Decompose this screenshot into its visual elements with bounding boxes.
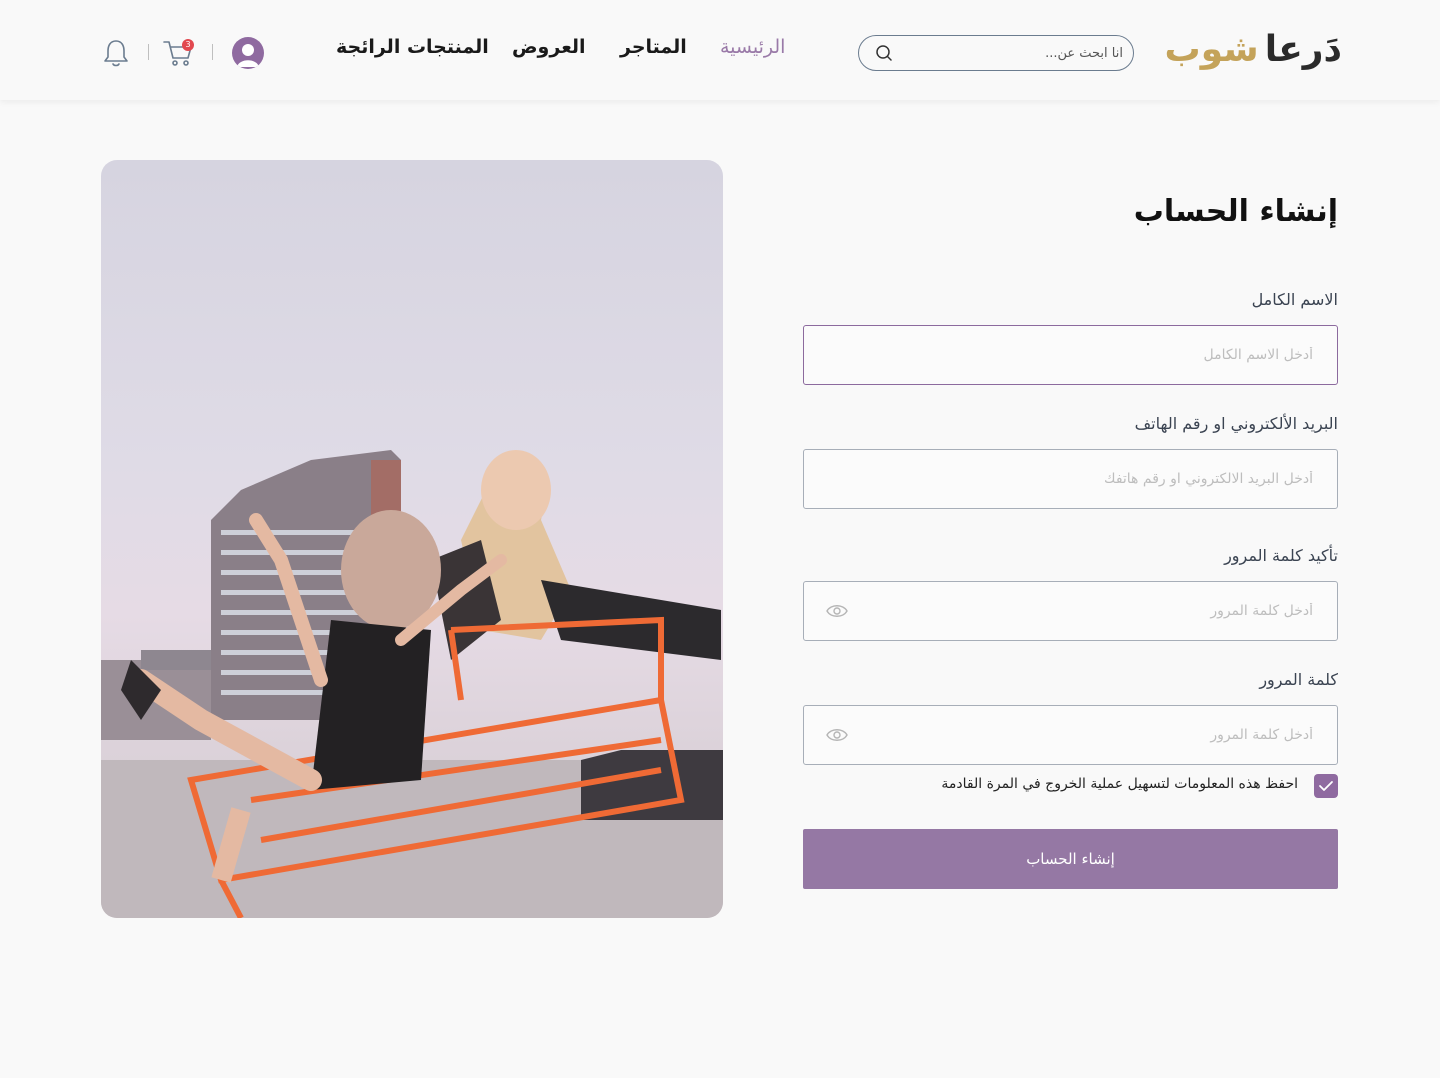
logo-text-part1: دَرعا	[1264, 29, 1342, 70]
nav-offers[interactable]: العروض	[512, 36, 586, 58]
email-phone-label: البريد الألكتروني او رقم الهاتف	[1134, 414, 1338, 433]
email-phone-input[interactable]	[860, 450, 1313, 508]
header-divider	[148, 44, 149, 60]
full-name-input[interactable]	[860, 326, 1313, 384]
create-account-button[interactable]: إنشاء الحساب	[803, 829, 1338, 889]
email-phone-field	[803, 449, 1338, 509]
site-header: دَرعاشوب الرئيسية المتاجر العروض المنتجا…	[0, 0, 1440, 100]
remember-label: احفظ هذه المعلومات لتسهيل عملية الخروج ف…	[941, 776, 1298, 792]
form-title: إنشاء الحساب	[1133, 194, 1338, 229]
password-input[interactable]	[860, 706, 1313, 764]
password-field	[803, 705, 1338, 765]
search-box	[858, 35, 1134, 71]
header-divider	[212, 44, 213, 60]
confirm-password-label: تأكيد كلمة المرور	[1224, 546, 1338, 565]
eye-icon[interactable]	[826, 602, 848, 620]
remember-checkbox[interactable]	[1314, 774, 1338, 798]
password-label: كلمة المرور	[1259, 670, 1338, 689]
search-icon[interactable]	[875, 44, 893, 62]
confirm-password-field	[803, 581, 1338, 641]
user-avatar-icon[interactable]	[232, 37, 264, 69]
logo-text-part2: شوب	[1164, 29, 1259, 70]
eye-icon[interactable]	[826, 726, 848, 744]
full-name-field	[803, 325, 1338, 385]
hero-photo	[101, 160, 723, 918]
nav-stores[interactable]: المتاجر	[620, 36, 687, 58]
nav-featured-products[interactable]: المنتجات الرائجة	[336, 36, 489, 58]
bell-icon[interactable]	[102, 38, 130, 68]
confirm-password-input[interactable]	[860, 582, 1313, 640]
nav-home[interactable]: الرئيسية	[720, 36, 785, 58]
search-input[interactable]	[899, 36, 1123, 70]
check-icon	[1319, 781, 1333, 791]
full-name-label: الاسم الكامل	[1251, 290, 1338, 309]
logo[interactable]: دَرعاشوب	[1165, 28, 1342, 72]
cart-count-badge: 3	[182, 39, 194, 51]
